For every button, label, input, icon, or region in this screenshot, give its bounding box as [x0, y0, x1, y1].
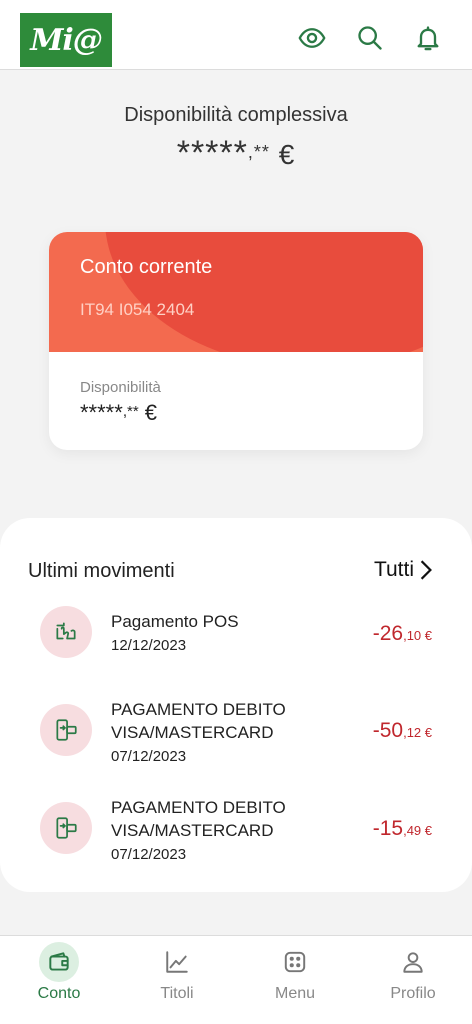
- dice-grid-icon: [275, 942, 315, 982]
- movement-description: PAGAMENTO DEBITO VISA/MASTERCARD: [111, 698, 286, 744]
- movement-row[interactable]: Pagamento POS 12/12/2023 -26,10 €: [0, 604, 472, 684]
- amount-decimal: ,12 €: [403, 725, 432, 740]
- card-available-label: Disponibilità: [80, 379, 161, 396]
- movement-amount: -26,10 €: [373, 622, 432, 646]
- account-card[interactable]: Conto corrente IT94 I054 2404 Disponibil…: [49, 232, 423, 450]
- all-movements-label: Tutti: [373, 558, 414, 581]
- movement-description: Pagamento POS: [111, 612, 239, 631]
- masked-decimal: ,**: [122, 403, 139, 420]
- nav-item-conto[interactable]: Conto: [0, 936, 118, 1024]
- eye-icon[interactable]: [296, 22, 328, 54]
- amount-integer: -50: [372, 719, 404, 742]
- pos-payment-icon: [40, 606, 92, 658]
- nav-label: Conto: [37, 985, 81, 1002]
- amount-decimal: ,49 €: [403, 823, 432, 838]
- bell-icon[interactable]: [412, 22, 444, 54]
- user-icon: [393, 942, 433, 982]
- card-transfer-icon: [40, 704, 92, 756]
- total-balance-value: *****,** €: [0, 134, 472, 173]
- movement-date: 12/12/2023: [111, 637, 187, 654]
- movement-line-1: PAGAMENTO DEBITO: [111, 700, 286, 719]
- card-transfer-icon: [40, 802, 92, 854]
- movement-amount: -50,12 €: [373, 719, 432, 743]
- amount-integer: -26: [372, 622, 404, 645]
- movement-date: 07/12/2023: [111, 748, 187, 765]
- search-icon[interactable]: [354, 22, 386, 54]
- currency-symbol: €: [278, 139, 296, 170]
- nav-label: Menu: [274, 985, 316, 1002]
- chevron-right-icon: [420, 560, 432, 580]
- movement-date: 07/12/2023: [111, 846, 187, 863]
- card-decoration: [105, 232, 423, 352]
- movement-line-2: VISA/MASTERCARD: [111, 821, 274, 840]
- movements-panel: Ultimi movimenti Tutti Pagamento POS 12/…: [0, 518, 472, 892]
- movement-line-1: PAGAMENTO DEBITO: [111, 798, 286, 817]
- movements-title: Ultimi movimenti: [28, 560, 175, 582]
- mia-logo[interactable]: Mi@: [20, 13, 112, 67]
- nav-item-menu[interactable]: Menu: [236, 936, 354, 1024]
- wallet-icon: [39, 942, 79, 982]
- nav-item-profilo[interactable]: Profilo: [354, 936, 472, 1024]
- masked-integer: *****: [80, 400, 123, 425]
- movement-line-2: VISA/MASTERCARD: [111, 723, 274, 742]
- app-header: Mi@: [0, 0, 472, 70]
- nav-item-titoli[interactable]: Titoli: [118, 936, 236, 1024]
- card-iban: IT94 I054 2404: [80, 300, 195, 319]
- movement-description: PAGAMENTO DEBITO VISA/MASTERCARD: [111, 796, 286, 842]
- chart-line-icon: [157, 942, 197, 982]
- masked-decimal: ,**: [247, 142, 270, 162]
- nav-label: Profilo: [390, 985, 436, 1002]
- currency-symbol: €: [144, 400, 158, 425]
- total-balance-label: Disponibilità complessiva: [124, 104, 348, 126]
- all-movements-link[interactable]: Tutti: [374, 558, 434, 582]
- amount-integer: -15: [372, 817, 404, 840]
- card-available-value: *****,** €: [80, 400, 157, 426]
- masked-integer: *****: [176, 134, 248, 172]
- amount-decimal: ,10 €: [403, 628, 432, 643]
- movement-row[interactable]: PAGAMENTO DEBITO VISA/MASTERCARD 07/12/2…: [0, 796, 472, 882]
- movement-amount: -15,49 €: [373, 817, 432, 841]
- bottom-navigation: Conto Titoli Menu Profilo: [0, 935, 472, 1024]
- card-header: Conto corrente IT94 I054 2404: [49, 232, 423, 352]
- nav-label: Titoli: [160, 985, 194, 1002]
- card-title: Conto corrente: [80, 256, 213, 278]
- movement-row[interactable]: PAGAMENTO DEBITO VISA/MASTERCARD 07/12/2…: [0, 698, 472, 784]
